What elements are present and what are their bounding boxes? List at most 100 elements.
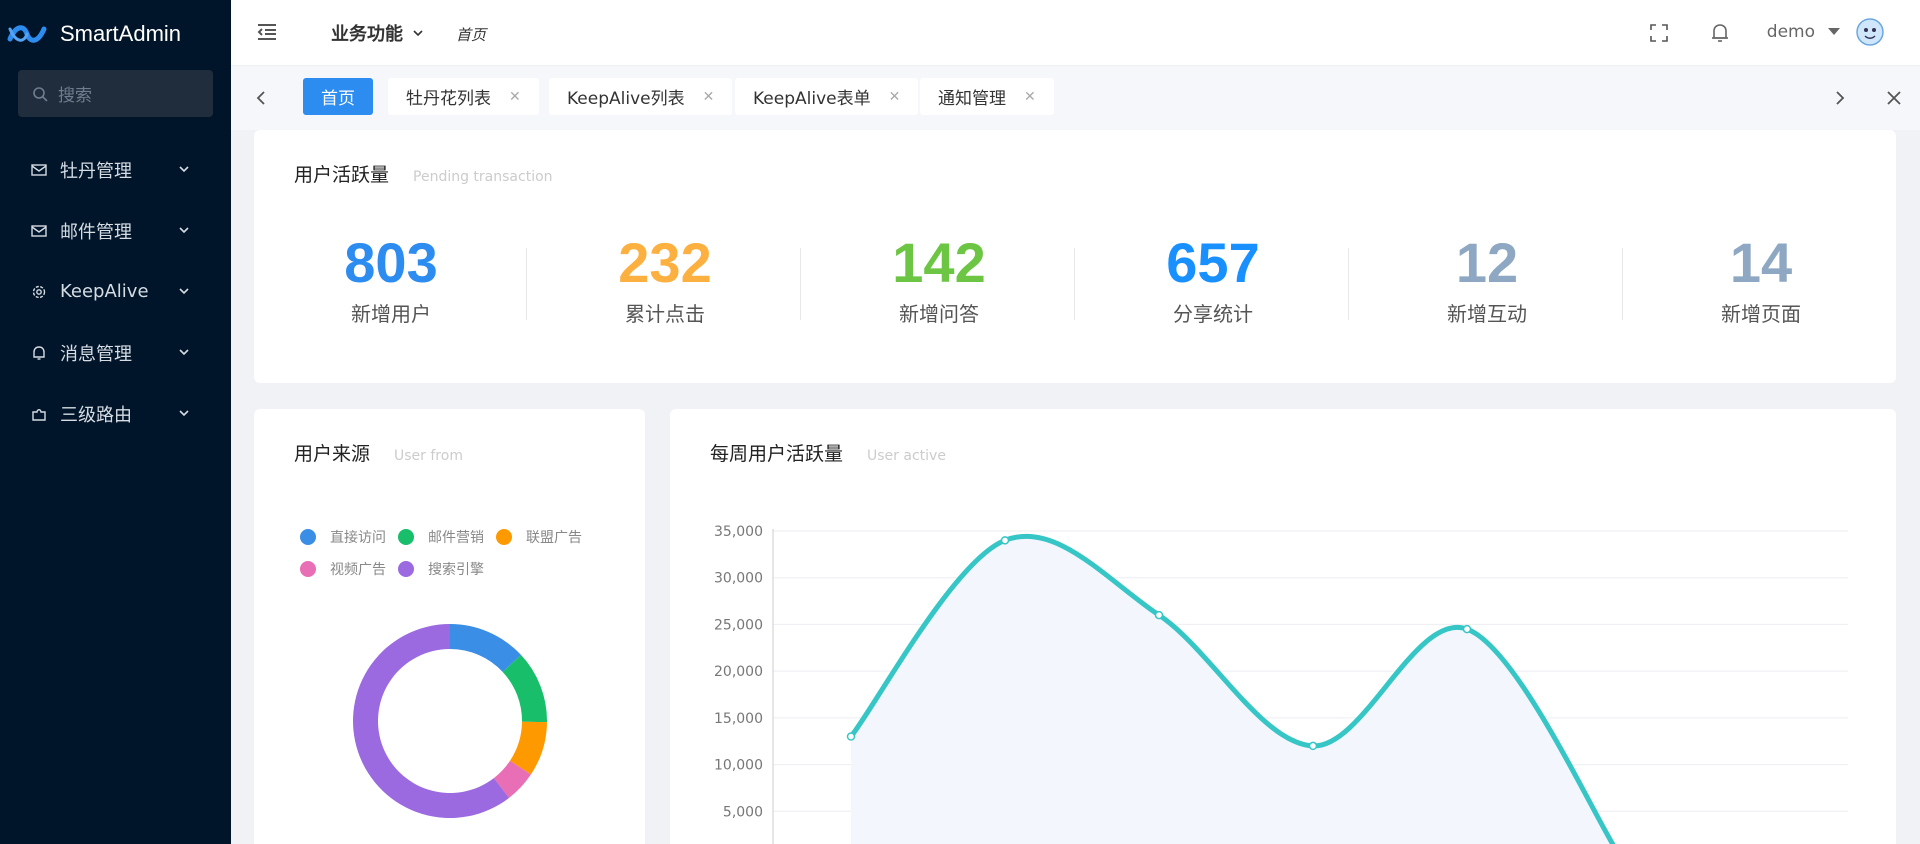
sidebar-menu: 牡丹管理 邮件管理 KeepAlive 消息管理 三级路由 [0, 139, 231, 444]
bell-icon [30, 344, 48, 362]
stat-label: 新增页面 [1721, 302, 1801, 326]
tab-notification[interactable]: 通知管理 ✕ [920, 78, 1054, 115]
stat-value: 657 [1166, 231, 1260, 294]
puzzle-icon [30, 405, 48, 423]
user-name[interactable]: demo [1767, 22, 1815, 42]
tab-peony-list[interactable]: 牡丹花列表 ✕ [388, 78, 539, 115]
brand[interactable]: SmartAdmin [0, 0, 231, 68]
sidebar-item-label: KeepAlive [60, 281, 149, 302]
stat-label: 分享统计 [1173, 302, 1253, 326]
close-icon[interactable]: ✕ [889, 89, 901, 105]
chevron-right-icon[interactable] [1830, 88, 1850, 108]
stat-label: 累计点击 [625, 302, 705, 326]
sidebar-item-label: 牡丹管理 [60, 160, 132, 182]
stat-value: 803 [344, 231, 438, 294]
card-title-text: 用户活跃量 [294, 164, 390, 186]
gear-icon [30, 283, 48, 301]
y-tick-label: 20,000 [714, 664, 763, 680]
card-title: 用户活跃量 Pending transaction [294, 160, 553, 187]
chevron-down-icon [179, 166, 189, 173]
chevron-down-icon [179, 288, 189, 295]
sidebar: SmartAdmin 搜索 牡丹管理 邮件管理 KeepAlive 消息管理 三… [0, 0, 231, 844]
sidebar-item-messages[interactable]: 消息管理 [0, 322, 231, 383]
user-source-card: 用户来源 User from 直接访问 邮件营销 联盟广告 视频广告 搜索引擎 [254, 409, 645, 844]
tabs-bar: 首页 牡丹花列表 ✕ KeepAlive列表 ✕ KeepAlive表单 ✕ 通… [231, 66, 1920, 130]
notification-bell-icon[interactable] [1710, 22, 1730, 44]
chevron-down-icon [413, 30, 423, 37]
data-point[interactable] [1000, 536, 1010, 545]
stat-clicks: 232 累计点击 [528, 232, 802, 327]
y-tick-label: 10,000 [714, 758, 763, 774]
search-placeholder: 搜索 [58, 86, 92, 106]
close-icon[interactable]: ✕ [509, 89, 521, 105]
tab-keepalive-form[interactable]: KeepAlive表单 ✕ [735, 78, 919, 115]
donut-chart [352, 624, 547, 819]
tab-label: KeepAlive列表 [567, 89, 685, 109]
y-tick-label: 5,000 [723, 804, 763, 820]
tab-home[interactable]: 首页 [303, 78, 373, 115]
weekly-activity-card: 每周用户活跃量 User active 35,000 30,000 25,000 20,… [670, 409, 1896, 844]
app-name: SmartAdmin [60, 21, 182, 46]
tab-label: 首页 [321, 89, 355, 109]
stat-value: 12 [1455, 231, 1519, 294]
tab-keepalive-list[interactable]: KeepAlive列表 ✕ [549, 78, 733, 115]
data-point[interactable] [846, 732, 856, 741]
divider [800, 248, 801, 320]
chevron-down-icon [179, 349, 189, 356]
card-subtitle: Pending transaction [413, 169, 553, 185]
divider [1348, 248, 1349, 320]
sidebar-item-keepalive[interactable]: KeepAlive [0, 261, 231, 322]
sidebar-item-routes[interactable]: 三级路由 [0, 383, 231, 444]
sidebar-item-mail[interactable]: 邮件管理 [0, 200, 231, 261]
caret-down-icon[interactable] [1828, 28, 1840, 36]
stat-shares: 657 分享统计 [1076, 232, 1350, 327]
y-tick-label: 30,000 [714, 571, 763, 587]
search-icon [33, 86, 48, 102]
stat-label: 新增问答 [899, 302, 979, 326]
user-activity-card: 用户活跃量 Pending transaction 803 新增用户 232 累计… [254, 130, 1896, 383]
divider [1074, 248, 1075, 320]
sidebar-item-label: 邮件管理 [60, 221, 132, 243]
stat-value: 232 [618, 231, 712, 294]
mail-icon [30, 222, 48, 240]
divider [526, 248, 527, 320]
stat-new-users: 803 新增用户 [254, 232, 528, 327]
sidebar-item-label: 三级路由 [60, 404, 132, 426]
chevron-left-icon[interactable] [251, 88, 271, 108]
avatar[interactable] [1856, 18, 1884, 46]
menu-fold-icon[interactable] [255, 20, 279, 44]
close-icon[interactable]: ✕ [703, 89, 715, 105]
search-input[interactable]: 搜索 [18, 70, 213, 117]
chevron-down-icon [179, 227, 189, 234]
logo-icon [6, 20, 48, 48]
stat-value: 14 [1729, 231, 1793, 294]
stat-label: 新增用户 [351, 302, 431, 326]
breadcrumb[interactable]: 首页 [456, 24, 486, 45]
data-point[interactable] [1462, 624, 1472, 634]
business-menu-label: 业务功能 [331, 24, 403, 45]
tab-label: 通知管理 [938, 89, 1006, 109]
stat-interactions: 12 新增互动 [1350, 232, 1624, 327]
close-icon[interactable]: ✕ [1024, 89, 1036, 105]
sidebar-item-peony[interactable]: 牡丹管理 [0, 139, 231, 200]
sidebar-item-label: 消息管理 [60, 343, 132, 365]
y-tick-label: 15,000 [714, 711, 763, 727]
stat-questions: 142 新增问答 [802, 232, 1076, 327]
top-header: 业务功能 首页 demo [231, 0, 1920, 66]
stat-pages: 14 新增页面 [1624, 232, 1898, 327]
business-menu[interactable]: 业务功能 [331, 20, 425, 46]
close-icon[interactable] [1884, 88, 1904, 108]
y-tick-label: 35,000 [714, 524, 763, 540]
area-chart: 35,000 30,000 25,000 20,000 15,000 10,000 5,00… [714, 524, 1848, 844]
stat-label: 新增互动 [1447, 302, 1527, 326]
stat-value: 142 [892, 231, 986, 294]
fullscreen-icon[interactable] [1650, 24, 1668, 42]
data-point[interactable] [1308, 741, 1318, 751]
chevron-down-icon [179, 410, 189, 417]
tab-label: 牡丹花列表 [406, 89, 491, 109]
mail-icon [30, 161, 48, 179]
y-tick-label: 25,000 [714, 617, 763, 633]
donut-slice[interactable] [450, 624, 522, 672]
data-point[interactable] [1154, 610, 1164, 620]
tab-label: KeepAlive表单 [753, 89, 871, 109]
